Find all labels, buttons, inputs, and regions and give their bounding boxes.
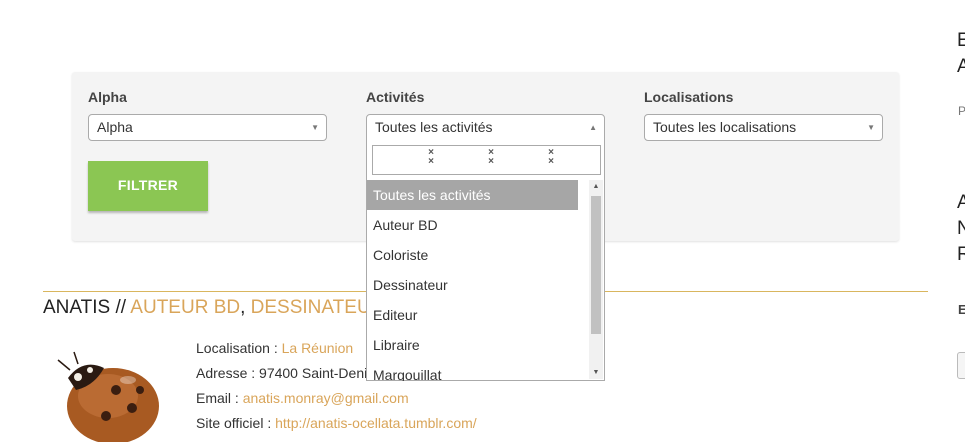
broken-image-icon: × ×	[428, 147, 434, 167]
activites-dropdown: × × × × × × Toutes les activités Auteur BD …	[366, 140, 605, 381]
broken-image-icon: × ×	[488, 147, 494, 167]
dropdown-option[interactable]: Coloriste	[367, 240, 589, 270]
chevron-down-icon: ▼	[311, 123, 319, 132]
dropdown-option[interactable]: Auteur BD	[367, 210, 589, 240]
email-link[interactable]: anatis.monray@gmail.com	[243, 390, 409, 406]
activites-label: Activités	[366, 89, 425, 105]
tag-link-dessinateur[interactable]: DESSINATEUR	[251, 297, 385, 318]
scroll-down-icon[interactable]: ▼	[589, 369, 603, 376]
sidebar-text-fragment: P	[958, 104, 965, 118]
info-row-site: Site officiel : http://anatis-ocellata.t…	[196, 415, 477, 431]
sidebar-text-fragment: R	[957, 244, 965, 265]
dropdown-option[interactable]: Editeur	[367, 300, 589, 330]
dropdown-option[interactable]: Margouillat	[367, 360, 589, 381]
broken-image-icon: × ×	[548, 147, 554, 167]
sidebar-text-fragment: E	[958, 302, 965, 317]
localisations-label: Localisations	[644, 89, 734, 105]
localisation-link[interactable]: La Réunion	[282, 340, 354, 356]
activites-select[interactable]: Toutes les activités ▲	[366, 114, 605, 141]
chevron-down-icon: ▼	[867, 123, 875, 132]
entry-title: ANATIS // AUTEUR BD, DESSINATEUR	[43, 297, 384, 319]
sidebar-text-fragment: N	[957, 218, 965, 239]
sidebar-text-fragment: E	[957, 30, 965, 51]
website-link[interactable]: http://anatis-ocellata.tumblr.com/	[275, 415, 477, 431]
entry-name: ANATIS //	[43, 297, 127, 318]
dropdown-options-list: Toutes les activités Auteur BD Coloriste…	[367, 180, 589, 381]
activites-select-value: Toutes les activités	[375, 119, 493, 135]
dropdown-option[interactable]: Libraire	[367, 330, 589, 360]
sidebar-button-fragment[interactable]	[957, 352, 965, 379]
alpha-select-value: Alpha	[97, 119, 133, 135]
tag-link-auteur-bd[interactable]: AUTEUR BD	[130, 297, 240, 318]
info-row-email: Email : anatis.monray@gmail.com	[196, 390, 409, 406]
dropdown-option[interactable]: Toutes les activités	[367, 180, 578, 210]
tag-separator: ,	[240, 297, 246, 318]
dropdown-scrollbar[interactable]: ▲ ▼	[589, 180, 603, 379]
sidebar-text-fragment: A	[957, 192, 965, 213]
dropdown-option[interactable]: Dessinateur	[367, 270, 589, 300]
sidebar-text-fragment: A	[957, 56, 965, 77]
ladybug-avatar	[57, 351, 159, 442]
info-row-localisation: Localisation : La Réunion	[196, 340, 354, 356]
filter-button[interactable]: FILTRER	[88, 161, 208, 211]
alpha-label: Alpha	[88, 89, 127, 105]
localisations-select[interactable]: Toutes les localisations ▼	[644, 114, 883, 141]
scroll-up-icon[interactable]: ▲	[589, 183, 603, 190]
info-row-adresse: Adresse : 97400 Saint-Denis	[196, 365, 375, 381]
dropdown-search-input[interactable]: × × × × × ×	[372, 145, 601, 175]
localisations-select-value: Toutes les localisations	[653, 119, 797, 135]
scrollbar-thumb[interactable]	[591, 196, 601, 334]
alpha-select[interactable]: Alpha ▼	[88, 114, 327, 141]
chevron-up-icon: ▲	[589, 123, 597, 132]
